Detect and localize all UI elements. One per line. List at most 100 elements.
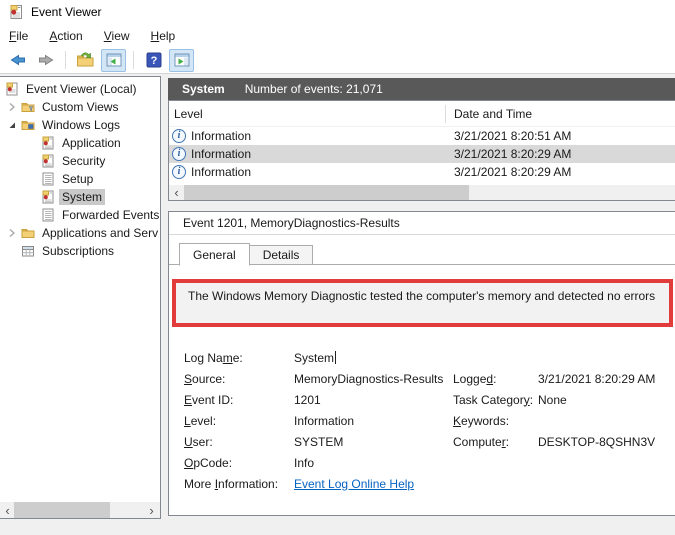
sidebar-horizontal-scrollbar[interactable]: ‹ ›: [0, 502, 160, 518]
chevron-right-icon[interactable]: [4, 228, 20, 238]
field-more-information: More Information: Event Log Online Help: [184, 473, 675, 494]
toolbar: ?: [0, 47, 675, 74]
back-button[interactable]: [5, 49, 30, 72]
field-label: Source:: [184, 372, 294, 386]
field-label: Computer:: [453, 435, 538, 449]
field-label: Event ID:: [184, 393, 294, 407]
field-computer: Computer: DESKTOP-8QSHN3V: [453, 431, 655, 452]
event-count: Number of events: 21,071: [245, 82, 383, 96]
tree-item-windows-logs[interactable]: Windows Logs: [0, 116, 159, 134]
menu-file[interactable]: File: [9, 29, 28, 43]
show-hide-action-pane-button[interactable]: [169, 49, 194, 72]
field-label: Logged:: [453, 372, 538, 386]
tree-item-application[interactable]: Application: [0, 134, 159, 152]
field-task-category: Task Category: None: [453, 389, 567, 410]
field-value: Information: [294, 414, 354, 428]
menu-view[interactable]: View: [104, 29, 130, 43]
scroll-left-arrow[interactable]: ‹: [169, 185, 184, 200]
event-log-icon: [40, 136, 56, 150]
tree-item-label: Custom Views: [39, 99, 121, 115]
event-log-online-help-link[interactable]: Event Log Online Help: [294, 477, 414, 491]
open-saved-log-button[interactable]: [73, 49, 98, 72]
console-tree-icon: [105, 51, 123, 69]
tree-item-label: Windows Logs: [39, 117, 123, 133]
console-tree-panel: Event Viewer (Local) Custom Views: [0, 76, 161, 519]
log-title: System: [182, 82, 225, 96]
folder-icon: [20, 226, 36, 240]
column-header-date-time[interactable]: Date and Time: [446, 107, 532, 121]
svg-text:?: ?: [150, 55, 157, 67]
chevron-expanded-icon[interactable]: [4, 120, 20, 130]
action-pane-icon: [173, 51, 191, 69]
field-value: 3/21/2021 8:20:29 AM: [538, 372, 655, 386]
menu-help[interactable]: Help: [151, 29, 176, 43]
tree-item-system[interactable]: System: [0, 188, 159, 206]
event-detail-panel: Event 1201, MemoryDiagnostics-Results Ge…: [168, 211, 675, 516]
event-log-icon: [40, 190, 56, 204]
field-value: None: [538, 393, 567, 407]
event-viewer-window: Event Viewer File Action View Help: [0, 0, 675, 535]
event-datetime: 3/21/2021 8:20:29 AM: [446, 147, 571, 161]
field-value: 1201: [294, 393, 321, 407]
tree-item-security[interactable]: Security: [0, 152, 159, 170]
main-pane: System Number of events: 21,071 Level Da…: [168, 74, 675, 535]
chevron-right-icon[interactable]: [4, 102, 20, 112]
event-list-panel: Level Date and Time iInformation 3/21/20…: [168, 100, 675, 201]
scroll-left-arrow[interactable]: ‹: [0, 502, 15, 518]
field-value: Info: [294, 456, 314, 470]
plain-log-icon: [40, 208, 56, 222]
event-list-horizontal-scrollbar[interactable]: ‹: [169, 185, 675, 200]
scroll-right-arrow[interactable]: ›: [144, 502, 159, 518]
field-label: User:: [184, 435, 294, 449]
information-icon: i: [172, 129, 186, 143]
forward-arrow-icon: [37, 51, 55, 69]
menu-bar: File Action View Help: [0, 24, 675, 47]
text-caret: [335, 351, 336, 364]
event-row[interactable]: iInformation 3/21/2021 8:20:29 AM: [169, 163, 675, 181]
scrollbar-thumb[interactable]: [184, 185, 469, 200]
subscriptions-icon: [20, 244, 36, 258]
tree-item-label: Subscriptions: [39, 243, 117, 259]
tree-item-subscriptions[interactable]: Subscriptions: [0, 242, 159, 260]
event-viewer-app-icon: [8, 4, 24, 20]
forward-button[interactable]: [33, 49, 58, 72]
column-headers: Level Date and Time: [169, 101, 675, 127]
field-label: Log Name:: [184, 351, 294, 365]
help-icon: ?: [145, 51, 163, 69]
event-row-selected[interactable]: iInformation 3/21/2021 8:20:29 AM: [169, 145, 675, 163]
window-title: Event Viewer: [31, 5, 101, 19]
event-row[interactable]: iInformation 3/21/2021 8:20:51 AM: [169, 127, 675, 145]
field-value: DESKTOP-8QSHN3V: [538, 435, 655, 449]
log-header-bar: System Number of events: 21,071: [168, 78, 675, 100]
title-bar: Event Viewer: [0, 0, 675, 24]
tab-details[interactable]: Details: [250, 245, 314, 265]
tree-item-label: Application: [59, 135, 124, 151]
menu-action[interactable]: Action: [49, 29, 82, 43]
field-keywords: Keywords:: [453, 410, 538, 431]
folder-icon: [20, 100, 36, 114]
tree-item-event-viewer-local[interactable]: Event Viewer (Local): [0, 80, 159, 98]
field-opcode: OpCode: Info: [184, 452, 675, 473]
help-button[interactable]: ?: [141, 49, 166, 72]
scrollbar-thumb[interactable]: [14, 502, 110, 518]
event-log-icon: [40, 154, 56, 168]
tree-item-label: Security: [59, 153, 108, 169]
tree-item-setup[interactable]: Setup: [0, 170, 159, 188]
field-label: Keywords:: [453, 414, 538, 428]
tree-item-applications-and-services[interactable]: Applications and Serv: [0, 224, 159, 242]
field-label: More Information:: [184, 477, 294, 491]
field-level: Level: Information: [184, 410, 675, 431]
plain-log-icon: [40, 172, 56, 186]
tab-general[interactable]: General: [179, 243, 250, 266]
information-icon: i: [172, 147, 186, 161]
tree-item-custom-views[interactable]: Custom Views: [0, 98, 159, 116]
tree-item-label: Applications and Serv: [39, 225, 159, 241]
toolbar-separator: [65, 51, 66, 69]
show-hide-console-tree-button[interactable]: [101, 49, 126, 72]
column-header-level[interactable]: Level: [169, 105, 446, 123]
toolbar-separator: [133, 51, 134, 69]
field-label: Level:: [184, 414, 294, 428]
event-datetime: 3/21/2021 8:20:51 AM: [446, 129, 571, 143]
tree-item-forwarded-events[interactable]: Forwarded Events: [0, 206, 159, 224]
field-label: Task Category:: [453, 393, 538, 407]
